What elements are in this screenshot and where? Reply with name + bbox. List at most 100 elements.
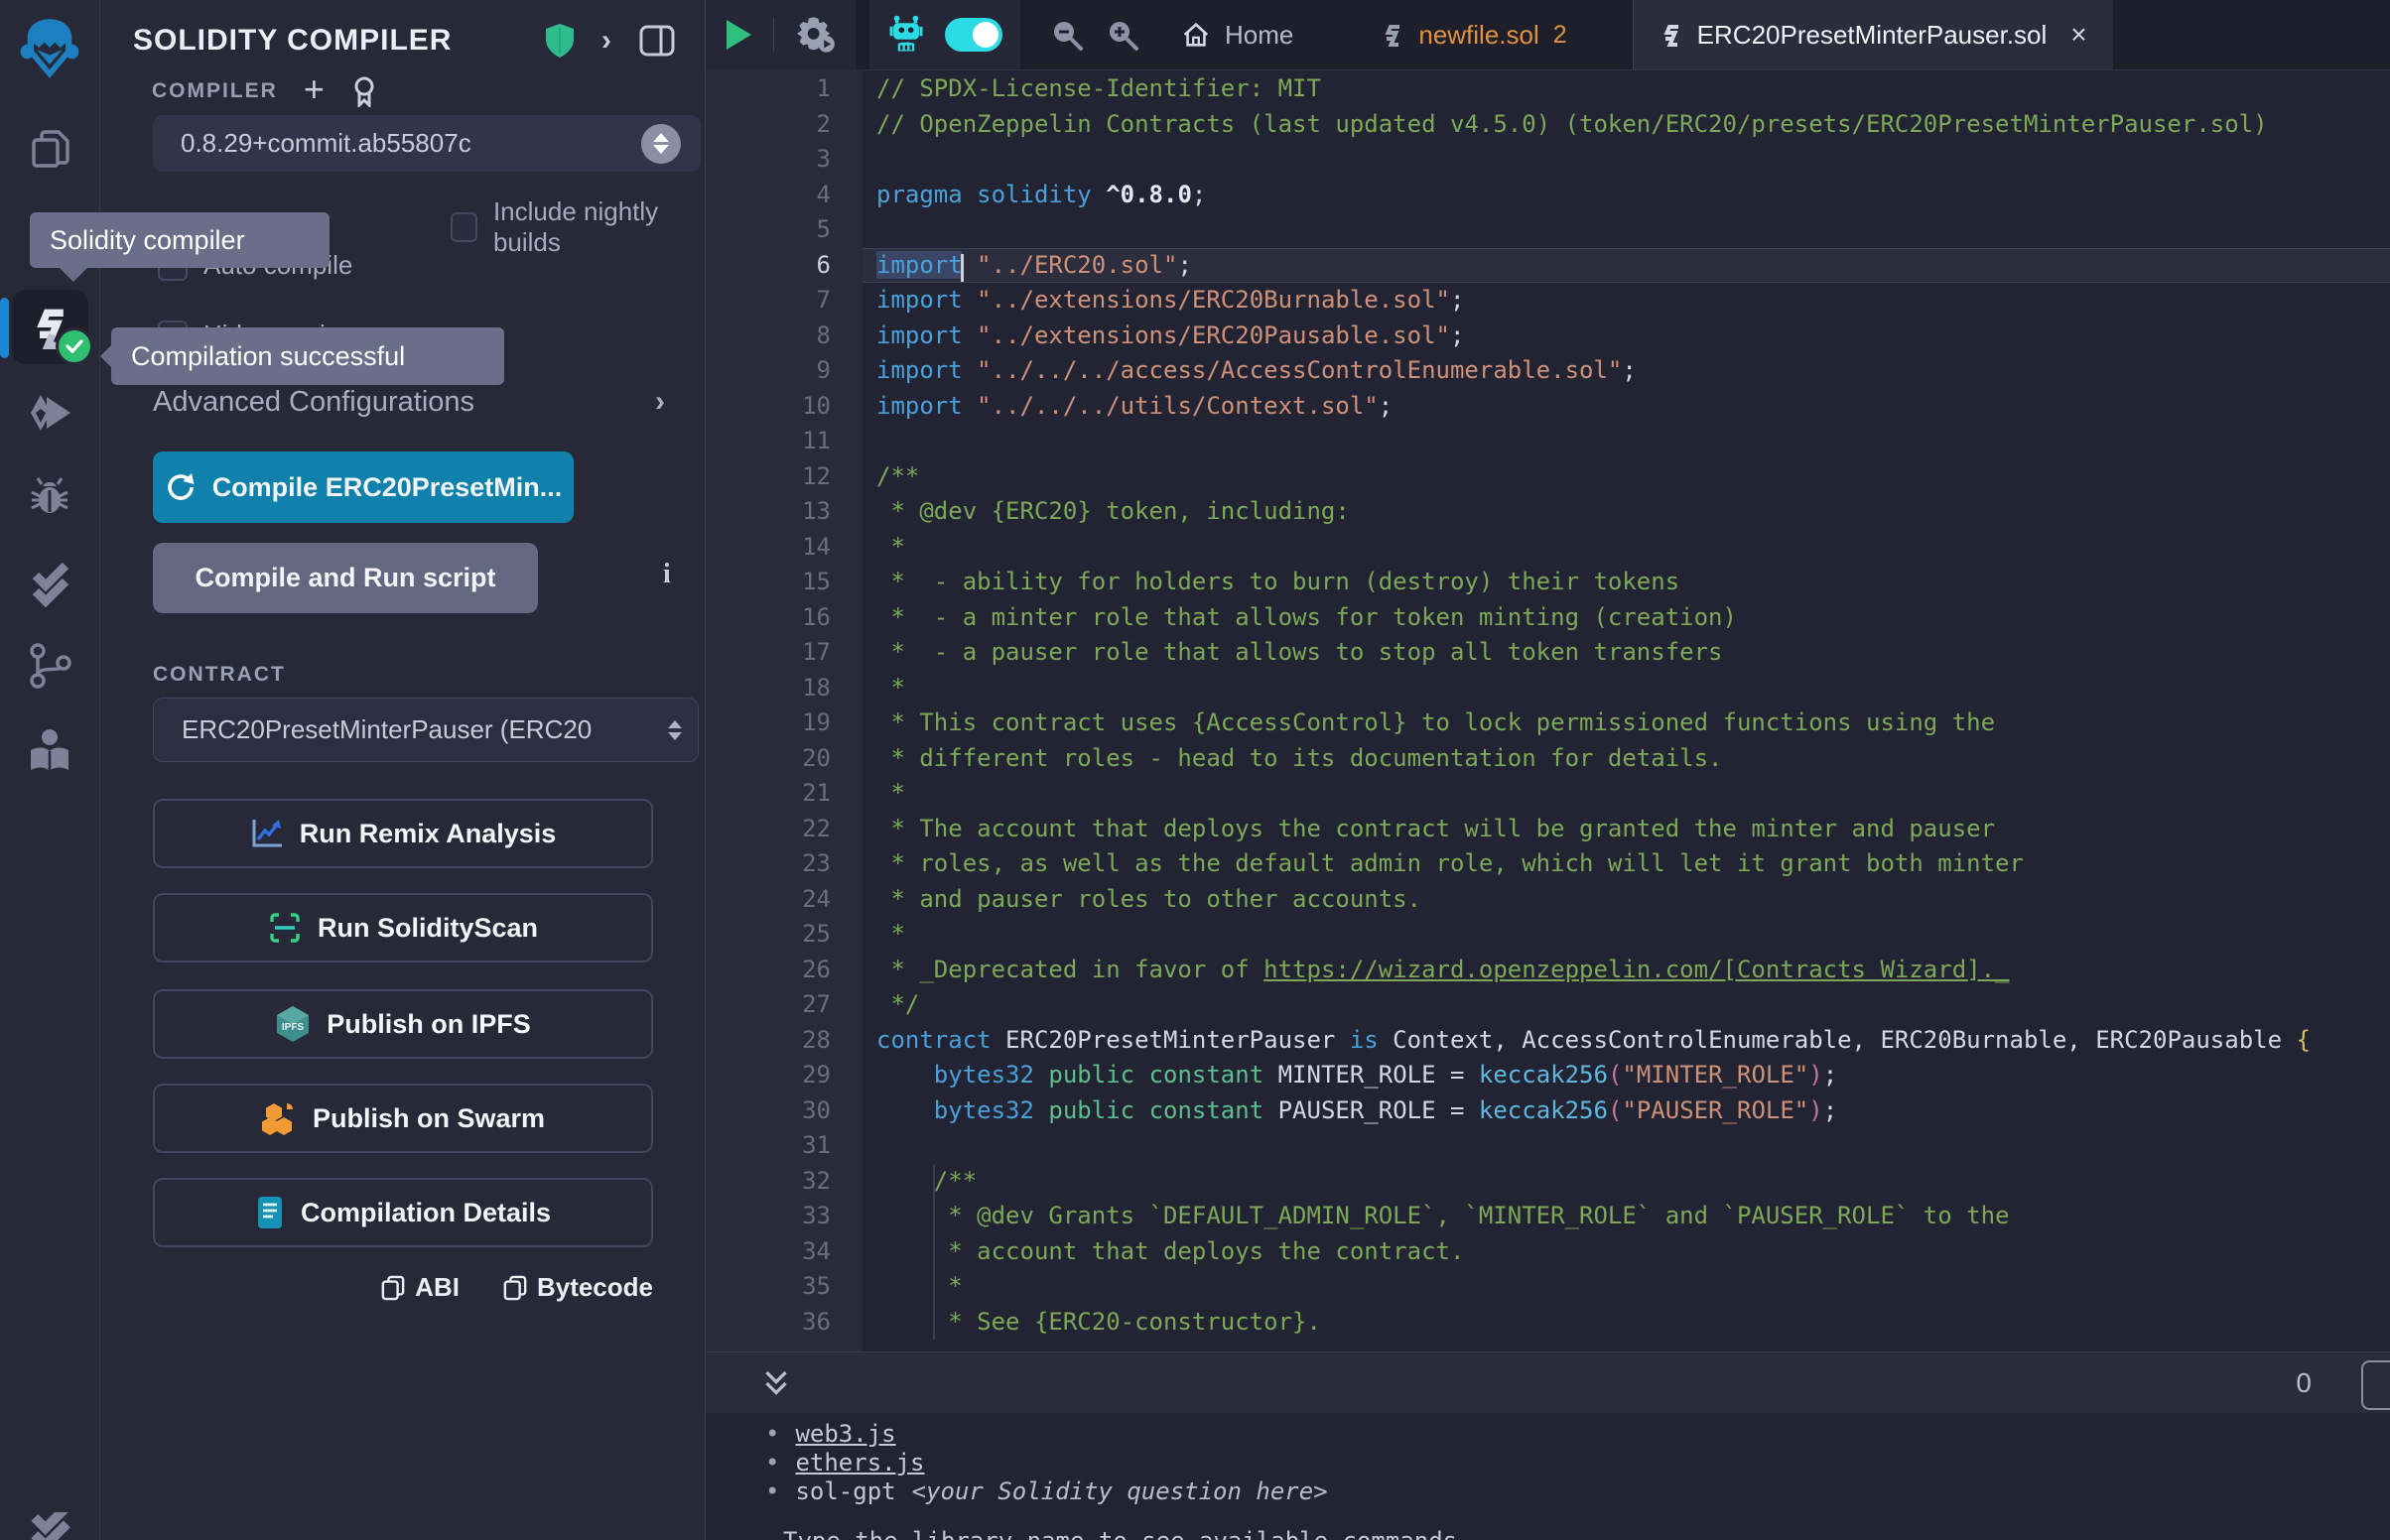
advanced-configurations-toggle[interactable]: Advanced Configurations › <box>153 385 665 419</box>
copy-abi-button[interactable]: ABI <box>381 1272 460 1303</box>
compiler-version-select[interactable]: 0.8.29+commit.ab55807c <box>153 115 701 172</box>
code-line[interactable]: * See {ERC20-constructor}. <box>863 1305 2390 1341</box>
nightly-builds-checkbox[interactable] <box>451 212 477 242</box>
shield-icon[interactable] <box>544 22 576 60</box>
run-remix-analysis-button[interactable]: Run Remix Analysis <box>153 799 653 868</box>
terminal-list-item: •sol-gpt <your Solidity question here> <box>706 1476 2390 1505</box>
code-line[interactable]: /** <box>863 1164 2390 1200</box>
code-line[interactable]: * - ability for holders to burn (destroy… <box>863 565 2390 600</box>
book-reader-icon <box>26 726 73 774</box>
terminal-header[interactable]: 0 <box>706 1351 2390 1414</box>
compiler-section-label: COMPILER <box>152 79 278 103</box>
code-line[interactable] <box>863 424 2390 459</box>
add-compiler-icon[interactable]: + <box>304 79 325 99</box>
code-line[interactable]: import "../extensions/ERC20Burnable.sol"… <box>863 283 2390 319</box>
run-solidityscan-label: Run SolidityScan <box>318 913 538 944</box>
line-number-gutter: 1234567891011121314151617181920212223242… <box>706 69 863 1351</box>
code-line[interactable]: pragma solidity ^0.8.0; <box>863 178 2390 213</box>
ai-toggle[interactable] <box>945 18 1002 52</box>
double-check-icon <box>26 560 73 607</box>
license-badge-icon[interactable] <box>350 75 378 107</box>
code-line[interactable]: * and pauser roles to other accounts. <box>863 882 2390 918</box>
contract-select[interactable]: ERC20PresetMinterPauser (ERC20 <box>153 698 699 762</box>
nightly-builds-label: Include nightly builds <box>493 196 705 258</box>
compile-and-run-button[interactable]: Compile and Run script <box>153 543 538 613</box>
publish-swarm-button[interactable]: Publish on Swarm <box>153 1084 653 1153</box>
code-line[interactable]: * @dev Grants `DEFAULT_ADMIN_ROLE`, `MIN… <box>863 1199 2390 1234</box>
code-line[interactable]: * The account that deploys the contract … <box>863 812 2390 847</box>
tab-newfile[interactable]: newfile.sol 2 <box>1355 0 1592 69</box>
sidebar-item-bottom-partial[interactable] <box>0 1512 99 1540</box>
code-line[interactable]: * <box>863 530 2390 566</box>
code-line[interactable]: * - a minter role that allows for token … <box>863 600 2390 636</box>
play-icon[interactable] <box>724 18 753 52</box>
terminal-list-item[interactable]: •web3.js <box>706 1419 2390 1448</box>
code-line[interactable]: * @dev {ERC20} token, including: <box>863 494 2390 530</box>
code-line[interactable]: * - a pauser role that allows to stop al… <box>863 635 2390 671</box>
copy-bytecode-button[interactable]: Bytecode <box>503 1272 653 1303</box>
code-line[interactable]: bytes32 public constant PAUSER_ROLE = ke… <box>863 1093 2390 1129</box>
remix-logo-icon[interactable] <box>16 10 83 87</box>
tooltip-compilation-successful: Compilation successful <box>111 327 504 385</box>
script-config-gear-icon[interactable] <box>794 15 838 55</box>
code-line[interactable]: import "../extensions/ERC20Pausable.sol"… <box>863 319 2390 354</box>
remix-ide: SOLIDITY COMPILER › COMPILER + 0.8.29+co… <box>0 0 2390 1540</box>
sidebar-item-learneth[interactable] <box>0 720 99 780</box>
code-line[interactable] <box>863 1128 2390 1164</box>
ai-robot-icon[interactable] <box>887 15 925 55</box>
code-line[interactable]: // SPDX-License-Identifier: MIT <box>863 71 2390 107</box>
code-line[interactable]: /** <box>863 459 2390 495</box>
code-line[interactable]: * <box>863 1269 2390 1305</box>
code-line[interactable]: import "../../../access/AccessControlEnu… <box>863 353 2390 389</box>
zoom-out-icon[interactable] <box>1050 18 1084 52</box>
code-line[interactable] <box>863 212 2390 248</box>
code-line[interactable]: import "../../../utils/Context.sol"; <box>863 389 2390 425</box>
code-line[interactable] <box>863 142 2390 178</box>
sidebar-item-git[interactable] <box>0 637 99 693</box>
tab-erc20-preset[interactable]: ERC20PresetMinterPauser.sol × <box>1633 0 2113 69</box>
code-line[interactable]: * <box>863 776 2390 812</box>
code-line[interactable]: bytes32 public constant MINTER_ROLE = ke… <box>863 1058 2390 1093</box>
pin-panel-icon[interactable] <box>639 25 675 57</box>
code-editor[interactable]: 1234567891011121314151617181920212223242… <box>706 69 2390 1351</box>
compile-and-run-label: Compile and Run script <box>195 563 495 593</box>
run-solidityscan-button[interactable]: Run SolidityScan <box>153 893 653 962</box>
code-line[interactable]: * <box>863 671 2390 706</box>
sidebar-item-file-explorer[interactable] <box>0 122 99 178</box>
code-line[interactable]: * roles, as well as the default admin ro… <box>863 846 2390 882</box>
close-tab-icon[interactable]: × <box>2070 19 2086 51</box>
info-icon[interactable]: i <box>663 559 671 590</box>
code-line[interactable]: * account that deploys the contract. <box>863 1234 2390 1270</box>
terminal-partial-control[interactable] <box>2361 1360 2390 1410</box>
code-line[interactable]: // OpenZeppelin Contracts (last updated … <box>863 107 2390 143</box>
code-content[interactable]: // SPDX-License-Identifier: MIT// OpenZe… <box>863 71 2390 1340</box>
tooltip-solidity-compiler: Solidity compiler <box>30 212 330 268</box>
sidebar-item-debugger[interactable] <box>0 468 99 524</box>
editor-topbar: Home newfile.sol 2 ERC20PresetMinterPaus… <box>706 0 2390 70</box>
collapse-chevron-icon[interactable]: › <box>601 24 611 58</box>
code-line[interactable]: import "../ERC20.sol"; <box>863 248 2390 284</box>
sidebar-item-unit-testing[interactable] <box>0 556 99 611</box>
compilation-details-button[interactable]: Compilation Details <box>153 1178 653 1247</box>
code-line[interactable]: * This contract uses {AccessControl} to … <box>863 706 2390 741</box>
code-line[interactable]: * <box>863 917 2390 953</box>
terminal-list-item[interactable]: •ethers.js <box>706 1448 2390 1476</box>
code-line[interactable]: */ <box>863 987 2390 1023</box>
sidebar-item-deploy-run[interactable] <box>0 385 99 441</box>
select-arrows-icon <box>668 720 682 740</box>
code-line[interactable]: * _Deprecated in favor of https://wizard… <box>863 953 2390 988</box>
publish-ipfs-button[interactable]: IPFS Publish on IPFS <box>153 989 653 1059</box>
expand-terminal-icon[interactable] <box>761 1367 791 1399</box>
terminal-output[interactable]: •web3.js•ethers.js•sol-gpt <your Solidit… <box>706 1413 2390 1540</box>
solidity-file-icon <box>1381 21 1404 49</box>
tab-home[interactable]: Home <box>1155 0 1319 69</box>
zoom-in-icon[interactable] <box>1106 18 1139 52</box>
code-line[interactable]: contract ERC20PresetMinterPauser is Cont… <box>863 1023 2390 1059</box>
nightly-builds-row[interactable]: Include nightly builds <box>451 196 705 258</box>
editor-area: Home newfile.sol 2 ERC20PresetMinterPaus… <box>705 0 2390 1540</box>
compile-button[interactable]: Compile ERC20PresetMin... <box>153 451 574 523</box>
code-line[interactable]: * different roles - head to its document… <box>863 741 2390 777</box>
copy-icon <box>503 1275 527 1301</box>
tooltip-compiler-text: Solidity compiler <box>50 225 245 256</box>
select-arrows-icon <box>641 124 681 164</box>
